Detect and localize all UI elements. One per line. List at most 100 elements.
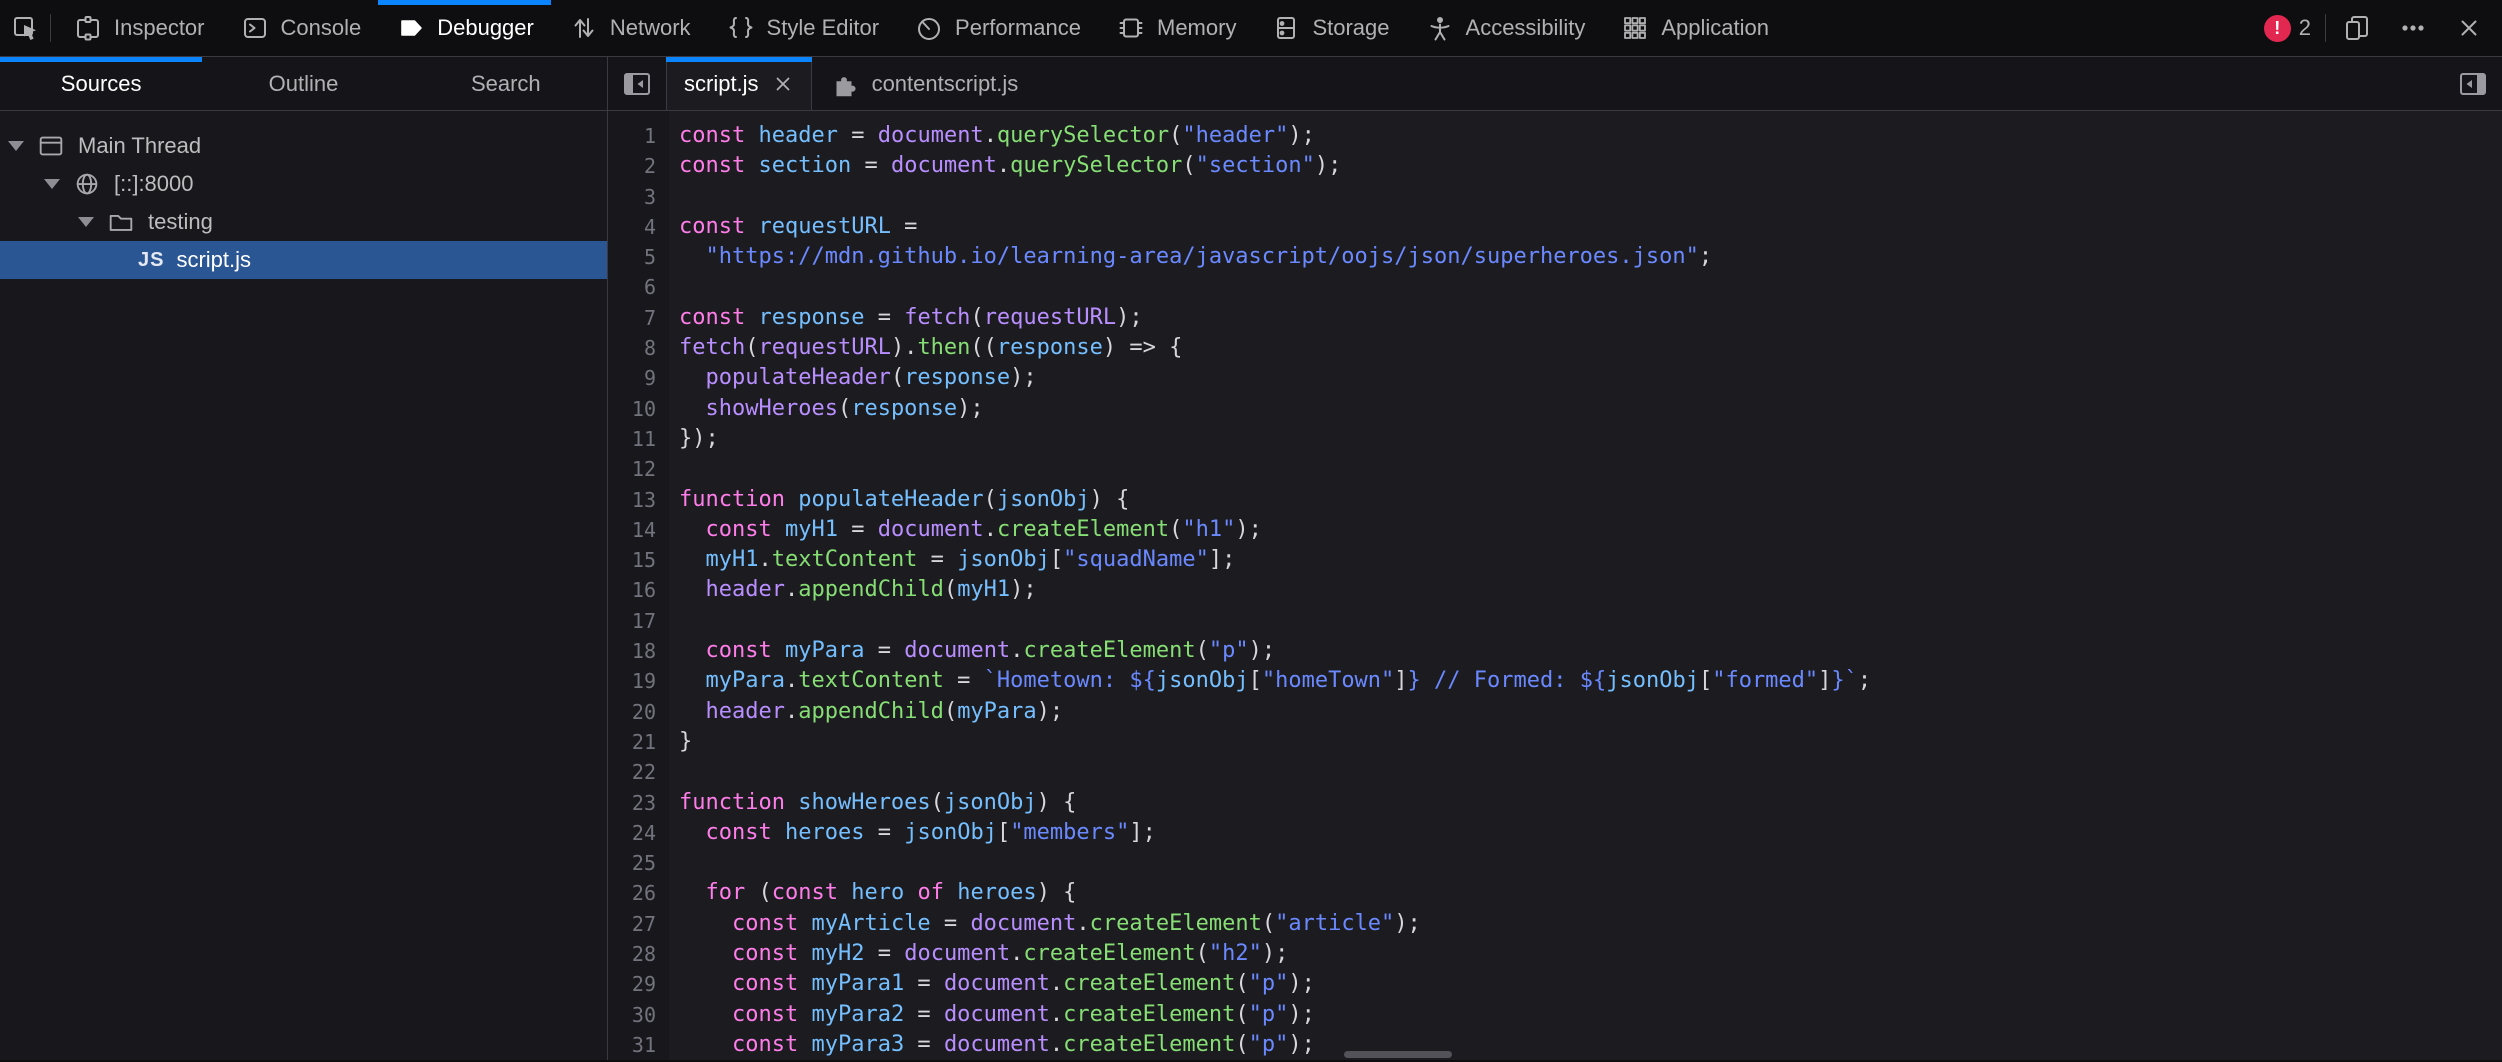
code-line: const myPara1 = document.createElement("… bbox=[679, 969, 2502, 999]
code-token: requestURL bbox=[758, 335, 890, 360]
devtools-menu-button[interactable] bbox=[2388, 0, 2438, 56]
sidebar-tab-sources[interactable]: Sources bbox=[0, 57, 202, 110]
code-token: } bbox=[679, 729, 692, 754]
code-token: header bbox=[758, 123, 837, 148]
line-number[interactable]: 26 bbox=[608, 878, 669, 908]
line-number[interactable]: 4 bbox=[608, 212, 669, 242]
line-number[interactable]: 22 bbox=[608, 757, 669, 787]
line-number[interactable]: 19 bbox=[608, 666, 669, 696]
code-pane[interactable]: const header = document.querySelector("h… bbox=[669, 111, 2502, 1060]
code-token: appendChild bbox=[798, 577, 944, 602]
code-token: ); bbox=[1288, 1032, 1315, 1057]
expand-caret-icon[interactable] bbox=[44, 179, 60, 189]
code-editor[interactable]: 1234567891011121314151617181920212223242… bbox=[608, 111, 2502, 1060]
code-line bbox=[679, 757, 2502, 787]
line-number[interactable]: 17 bbox=[608, 606, 669, 636]
editor-tab-contentscript-js[interactable]: contentscript.js bbox=[812, 57, 1036, 110]
source-tree-item-testing[interactable]: testing bbox=[0, 203, 607, 241]
sidebar-tab-search[interactable]: Search bbox=[405, 57, 607, 110]
code-token: createElement bbox=[1063, 1002, 1235, 1027]
pick-element-icon bbox=[9, 12, 41, 44]
code-token: ) { bbox=[1037, 880, 1077, 905]
code-token: ) { bbox=[1037, 790, 1077, 815]
editor-tab-spacer bbox=[1035, 57, 2444, 110]
close-icon bbox=[2456, 15, 2482, 41]
close-tab-button[interactable] bbox=[772, 73, 794, 95]
line-number[interactable]: 24 bbox=[608, 818, 669, 848]
source-tree-item-script-js[interactable]: JSscript.js bbox=[0, 241, 607, 279]
line-number[interactable]: 15 bbox=[608, 545, 669, 575]
line-number[interactable]: 9 bbox=[608, 363, 669, 393]
console-icon bbox=[239, 12, 271, 44]
code-token: response bbox=[851, 396, 957, 421]
line-number[interactable]: 31 bbox=[608, 1030, 669, 1060]
code-token: . bbox=[984, 123, 997, 148]
pick-element-button[interactable] bbox=[0, 0, 50, 56]
source-tree-item-8000[interactable]: [::]:8000 bbox=[0, 165, 607, 203]
line-number[interactable]: 23 bbox=[608, 788, 669, 818]
code-token: for bbox=[706, 880, 746, 905]
line-number[interactable]: 16 bbox=[608, 575, 669, 605]
toolbar-tab-debugger[interactable]: Debugger bbox=[378, 0, 551, 56]
line-number[interactable]: 25 bbox=[608, 848, 669, 878]
line-number[interactable]: 28 bbox=[608, 939, 669, 969]
toolbar-tab-label: Network bbox=[610, 15, 691, 41]
horizontal-scrollbar-thumb[interactable] bbox=[1344, 1051, 1452, 1058]
expand-caret-icon[interactable] bbox=[8, 141, 24, 151]
close-devtools-button[interactable] bbox=[2444, 0, 2494, 56]
toolbar-tab-inspector[interactable]: Inspector bbox=[55, 0, 222, 56]
code-line bbox=[679, 606, 2502, 636]
line-number[interactable]: 12 bbox=[608, 454, 669, 484]
line-number[interactable]: 6 bbox=[608, 272, 669, 302]
source-tree-item-main-thread[interactable]: Main Thread bbox=[0, 127, 607, 165]
line-number[interactable]: 29 bbox=[608, 969, 669, 999]
line-number[interactable]: 7 bbox=[608, 303, 669, 333]
globe-icon bbox=[72, 168, 102, 200]
code-token: const bbox=[732, 911, 811, 936]
code-token: jsonObj bbox=[957, 547, 1050, 572]
toolbar-tab-console[interactable]: Console bbox=[222, 0, 379, 56]
code-token: = bbox=[891, 214, 918, 239]
toolbar-tabs: InspectorConsoleDebugger Network Style Edi… bbox=[55, 0, 1786, 56]
split-console-button[interactable] bbox=[2332, 0, 2382, 56]
code-token: ( bbox=[984, 487, 997, 512]
line-number[interactable]: 27 bbox=[608, 909, 669, 939]
line-number[interactable]: 11 bbox=[608, 424, 669, 454]
toolbar-tab-storage[interactable]: Storage bbox=[1253, 0, 1406, 56]
toolbar-tab-performance[interactable]: Performance bbox=[896, 0, 1098, 56]
line-number[interactable]: 20 bbox=[608, 697, 669, 727]
editor-tab-script-js[interactable]: script.js bbox=[666, 57, 812, 110]
code-token: . bbox=[997, 153, 1010, 178]
line-number[interactable]: 1 bbox=[608, 121, 669, 151]
toolbar-tab-network[interactable]: Network bbox=[551, 0, 708, 56]
toolbar-tab-memory[interactable]: Memory bbox=[1098, 0, 1253, 56]
line-number-gutter[interactable]: 1234567891011121314151617181920212223242… bbox=[608, 111, 669, 1060]
expand-caret-icon[interactable] bbox=[78, 217, 94, 227]
code-token: "homeTown" bbox=[1262, 668, 1394, 693]
line-number[interactable]: 3 bbox=[608, 182, 669, 212]
code-token: ( bbox=[1169, 517, 1182, 542]
line-number[interactable]: 2 bbox=[608, 151, 669, 181]
line-number[interactable]: 10 bbox=[608, 394, 669, 424]
toolbar-tab-style-editor[interactable]: Style Editor bbox=[708, 0, 897, 56]
code-token: const bbox=[706, 820, 785, 845]
error-count-badge[interactable]: ! 2 bbox=[2264, 15, 2311, 42]
line-number[interactable]: 14 bbox=[608, 515, 669, 545]
line-number[interactable]: 13 bbox=[608, 485, 669, 515]
collapse-sources-pane-button[interactable] bbox=[608, 57, 666, 110]
code-token: . bbox=[1050, 1002, 1063, 1027]
toolbar-tab-application[interactable]: Application bbox=[1602, 0, 1786, 56]
line-number[interactable]: 18 bbox=[608, 636, 669, 666]
code-token bbox=[679, 911, 732, 936]
line-number[interactable]: 5 bbox=[608, 242, 669, 272]
sidebar-tab-outline[interactable]: Outline bbox=[202, 57, 404, 110]
code-token: ( bbox=[1235, 971, 1248, 996]
memory-icon bbox=[1115, 12, 1147, 44]
toolbar-tab-accessibility[interactable]: Accessibility bbox=[1407, 0, 1603, 56]
line-number[interactable]: 8 bbox=[608, 333, 669, 363]
performance-icon bbox=[913, 12, 945, 44]
code-token: ( bbox=[745, 335, 758, 360]
line-number[interactable]: 21 bbox=[608, 727, 669, 757]
line-number[interactable]: 30 bbox=[608, 1000, 669, 1030]
expand-debugger-panes-button[interactable] bbox=[2444, 57, 2502, 110]
